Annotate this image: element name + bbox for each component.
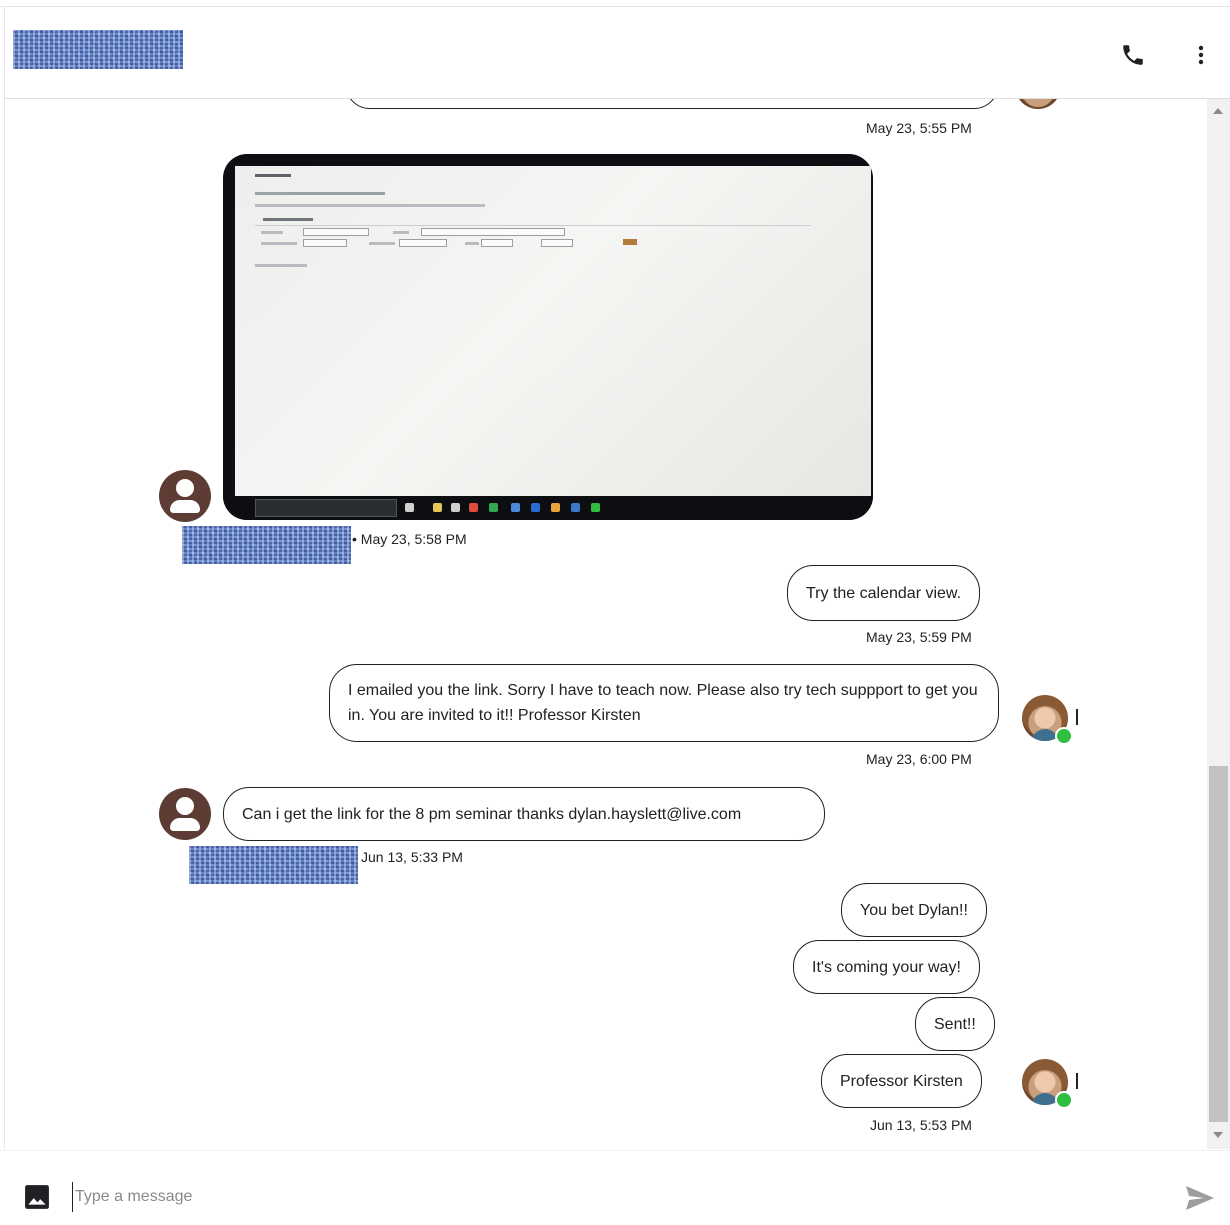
message-timestamp: May 23, 5:59 PM bbox=[866, 629, 972, 645]
attach-image-button[interactable] bbox=[24, 1184, 50, 1210]
contact-avatar bbox=[159, 470, 211, 522]
call-button[interactable] bbox=[1115, 37, 1151, 73]
attachment-screenshot bbox=[235, 166, 871, 496]
truncated-sender-name bbox=[1076, 709, 1078, 725]
person-icon bbox=[176, 797, 194, 815]
message-timestamp: Jun 13, 5:53 PM bbox=[870, 1117, 972, 1133]
sender-name-redacted bbox=[182, 526, 351, 564]
online-status-indicator bbox=[1055, 727, 1073, 745]
contact-name-redacted bbox=[13, 30, 183, 69]
contact-avatar bbox=[159, 788, 211, 840]
message-bubble-outgoing: You bet Dylan!! bbox=[841, 883, 987, 937]
send-button[interactable] bbox=[1184, 1184, 1216, 1212]
scroll-down-arrow[interactable] bbox=[1213, 1132, 1223, 1138]
scrollbar-thumb[interactable] bbox=[1209, 766, 1228, 1122]
message-bubble-incoming: Can i get the link for the 8 pm seminar … bbox=[223, 787, 825, 841]
truncated-sender-name bbox=[1076, 1073, 1078, 1089]
message-list[interactable]: May 23, 5:55 PM • May 23, 5:58 PM Try th… bbox=[4, 99, 1207, 1149]
message-input[interactable] bbox=[72, 1182, 1157, 1212]
conversation-header bbox=[4, 7, 1230, 99]
message-timestamp: May 23, 5:55 PM bbox=[866, 120, 972, 136]
message-bubble-outgoing: I emailed you the link. Sorry I have to … bbox=[329, 664, 999, 742]
message-bubble-partial bbox=[345, 99, 999, 109]
person-icon bbox=[176, 479, 194, 497]
more-options-button[interactable] bbox=[1183, 37, 1219, 73]
message-timestamp: • May 23, 5:58 PM bbox=[352, 531, 467, 547]
scroll-up-arrow[interactable] bbox=[1213, 108, 1223, 114]
message-timestamp: Jun 13, 5:33 PM bbox=[361, 849, 463, 865]
message-timestamp: May 23, 6:00 PM bbox=[866, 751, 972, 767]
message-bubble-outgoing: It's coming your way! bbox=[793, 940, 980, 994]
image-attachment[interactable] bbox=[223, 154, 873, 520]
message-bubble-outgoing: Professor Kirsten bbox=[821, 1054, 982, 1108]
image-icon bbox=[25, 1185, 49, 1209]
send-icon bbox=[1186, 1186, 1214, 1210]
phone-icon bbox=[1123, 45, 1143, 65]
sender-name-redacted bbox=[189, 846, 358, 884]
sender-avatar-partial bbox=[1015, 99, 1061, 109]
online-status-indicator bbox=[1055, 1091, 1073, 1109]
message-bubble-outgoing: Sent!! bbox=[915, 997, 995, 1051]
attachment-taskbar bbox=[223, 496, 873, 520]
more-vert-icon bbox=[1198, 45, 1204, 65]
message-bubble-outgoing: Try the calendar view. bbox=[787, 565, 981, 621]
window-top-edge bbox=[0, 0, 1230, 7]
message-composer bbox=[0, 1150, 1230, 1225]
